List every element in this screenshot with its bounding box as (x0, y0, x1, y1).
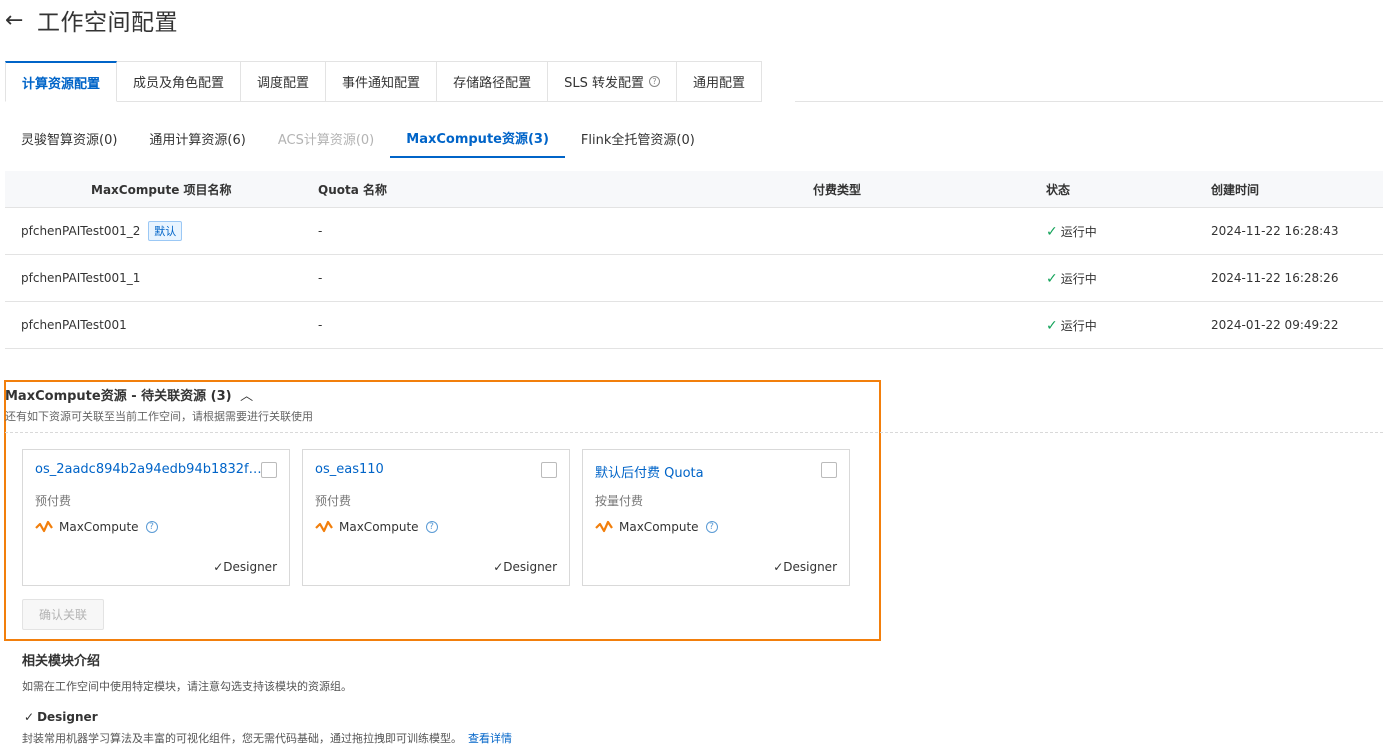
column-header-quota: Quota 名称 (318, 182, 388, 197)
tab-storage-path[interactable]: 存储路径配置 (437, 61, 549, 102)
maxcompute-icon (595, 520, 613, 533)
help-icon[interactable]: ? (648, 76, 660, 87)
table-row: pfchenPAITest001_1 - ✓ 运行中 2024-11-22 16:… (5, 255, 1383, 302)
created-cell: 2024-01-22 09:49:22 (1211, 318, 1339, 332)
column-header-project: MaxCompute 项目名称 (91, 182, 232, 197)
project-name: pfchenPAITest001_2 (21, 224, 141, 238)
confirm-associate-button[interactable]: 确认关联 (22, 599, 104, 630)
resource-card[interactable]: os_2aadc894b2a94edb94b1832fb5... 预付费 Max… (22, 449, 290, 586)
page-header: ← 工作空间配置 (5, 4, 178, 37)
check-icon: ✓ (213, 560, 224, 574)
check-icon: ✓ (24, 710, 35, 724)
dashed-divider (5, 432, 1383, 433)
status-text: 运行中 (1060, 271, 1097, 286)
tab-scheduling[interactable]: 调度配置 (241, 61, 327, 102)
card-billing-type: 预付费 (35, 494, 72, 508)
subtab-maxcompute[interactable]: MaxCompute资源(3) (390, 118, 565, 158)
help-icon[interactable]: ? (425, 521, 438, 533)
status-cell: ✓ 运行中 (1046, 223, 1211, 240)
check-icon: ✓ (773, 560, 784, 574)
subtab-flink[interactable]: Flink全托管资源(0) (565, 118, 711, 158)
status-text: 运行中 (1060, 318, 1097, 333)
subtab-acs: ACS计算资源(0) (277, 132, 375, 148)
status-cell: ✓ 运行中 (1046, 317, 1211, 334)
main-tabs: 计算资源配置 成员及角色配置 调度配置 事件通知配置 存储路径配置 SLS 转发… (5, 61, 762, 102)
card-billing-type: 预付费 (315, 494, 352, 508)
pending-title-text: MaxCompute资源 - 待关联资源 (3) (5, 389, 232, 404)
table-row: pfchenPAITest001_2 默认 - ✓ 运行中 2024-11-22 … (5, 208, 1383, 255)
service-name: MaxCompute (59, 520, 139, 534)
tab-general[interactable]: 通用配置 (676, 61, 762, 102)
card-checkbox[interactable] (261, 462, 277, 478)
maxcompute-icon (315, 520, 333, 533)
card-title[interactable]: os_2aadc894b2a94edb94b1832fb5... (35, 462, 263, 477)
check-icon: ✓ (1046, 223, 1058, 240)
card-checkbox[interactable] (541, 462, 557, 478)
maxcompute-table: MaxCompute 项目名称 Quota 名称 付费类型 状态 创建时间 pf… (5, 171, 1383, 349)
table-header: MaxCompute 项目名称 Quota 名称 付费类型 状态 创建时间 (5, 171, 1383, 208)
resource-card[interactable]: os_eas110 预付费 MaxCompute ? ✓Designer (302, 449, 570, 586)
card-service: MaxCompute ? (35, 519, 158, 535)
back-arrow-icon[interactable]: ← (5, 8, 31, 33)
default-badge: 默认 (148, 221, 183, 241)
module-label: Designer (783, 560, 837, 574)
card-module: ✓Designer (493, 560, 557, 574)
project-name-cell: pfchenPAITest001_2 默认 (5, 221, 303, 241)
resource-card[interactable]: 默认后付费 Quota 按量付费 MaxCompute ? ✓Designer (582, 449, 850, 586)
tab-sls-label: SLS 转发配置 (564, 76, 644, 91)
column-header-created: 创建时间 (1211, 182, 1260, 197)
tab-compute-resources[interactable]: 计算资源配置 (5, 61, 118, 102)
card-service: MaxCompute ? (315, 519, 438, 535)
module-name-text: Designer (37, 710, 98, 724)
pending-section-subtitle: 还有如下资源可关联至当前工作空间，请根据需要进行关联使用 (5, 410, 313, 423)
check-icon: ✓ (493, 560, 504, 574)
status-text: 运行中 (1060, 224, 1097, 239)
tab-members-roles[interactable]: 成员及角色配置 (117, 61, 242, 102)
card-billing-type: 按量付费 (595, 494, 644, 508)
help-icon[interactable]: ? (145, 521, 158, 533)
tab-sls-forwarding[interactable]: SLS 转发配置 ? (548, 61, 677, 102)
created-cell: 2024-11-22 16:28:26 (1211, 271, 1339, 285)
tabs-divider (795, 101, 1383, 102)
service-name: MaxCompute (619, 520, 699, 534)
table-row: pfchenPAITest001 - ✓ 运行中 2024-01-22 09:49… (5, 302, 1383, 349)
quota-cell: - (318, 318, 323, 332)
module-body: 封装常用机器学习算法及丰富的可视化组件，您无需代码基础，通过拖拉拽即可训练模型。… (22, 730, 512, 746)
module-body-text: 封装常用机器学习算法及丰富的可视化组件，您无需代码基础，通过拖拉拽即可训练模型。 (22, 732, 462, 745)
created-cell: 2024-11-22 16:28:43 (1211, 224, 1339, 238)
chevron-up-icon[interactable]: ︿ (240, 389, 253, 404)
quota-cell: - (318, 224, 323, 238)
subtab-general-compute[interactable]: 通用计算资源(6) (133, 118, 261, 158)
quota-cell: - (318, 271, 323, 285)
resource-subtabs: 灵骏智算资源(0) 通用计算资源(6) ACS计算资源(0) MaxComput… (5, 118, 711, 158)
pending-section-title[interactable]: MaxCompute资源 - 待关联资源 (3) ︿ (5, 385, 253, 404)
status-cell: ✓ 运行中 (1046, 270, 1211, 287)
view-details-link[interactable]: 查看详情 (468, 732, 512, 745)
module-name: ✓ Designer (24, 710, 98, 724)
check-icon: ✓ (1046, 270, 1058, 287)
tab-event-notification[interactable]: 事件通知配置 (326, 61, 438, 102)
project-name-cell: pfchenPAITest001 (21, 318, 127, 332)
page-title: 工作空间配置 (37, 10, 178, 36)
card-checkbox[interactable] (821, 462, 837, 478)
card-service: MaxCompute ? (595, 519, 718, 535)
subtab-lingjun[interactable]: 灵骏智算资源(0) (5, 118, 133, 158)
card-title[interactable]: os_eas110 (315, 462, 543, 477)
module-label: Designer (223, 560, 277, 574)
modules-title: 相关模块介绍 (22, 654, 101, 669)
check-icon: ✓ (1046, 317, 1058, 334)
card-title[interactable]: 默认后付费 Quota (595, 462, 823, 481)
column-header-billing: 付费类型 (812, 182, 861, 197)
help-icon[interactable]: ? (705, 521, 718, 533)
project-name-cell: pfchenPAITest001_1 (21, 271, 141, 285)
column-header-status: 状态 (1046, 182, 1071, 197)
modules-description: 如需在工作空间中使用特定模块，请注意勾选支持该模块的资源组。 (22, 680, 352, 693)
module-label: Designer (503, 560, 557, 574)
card-module: ✓Designer (213, 560, 277, 574)
maxcompute-icon (35, 520, 53, 533)
card-module: ✓Designer (773, 560, 837, 574)
service-name: MaxCompute (339, 520, 419, 534)
